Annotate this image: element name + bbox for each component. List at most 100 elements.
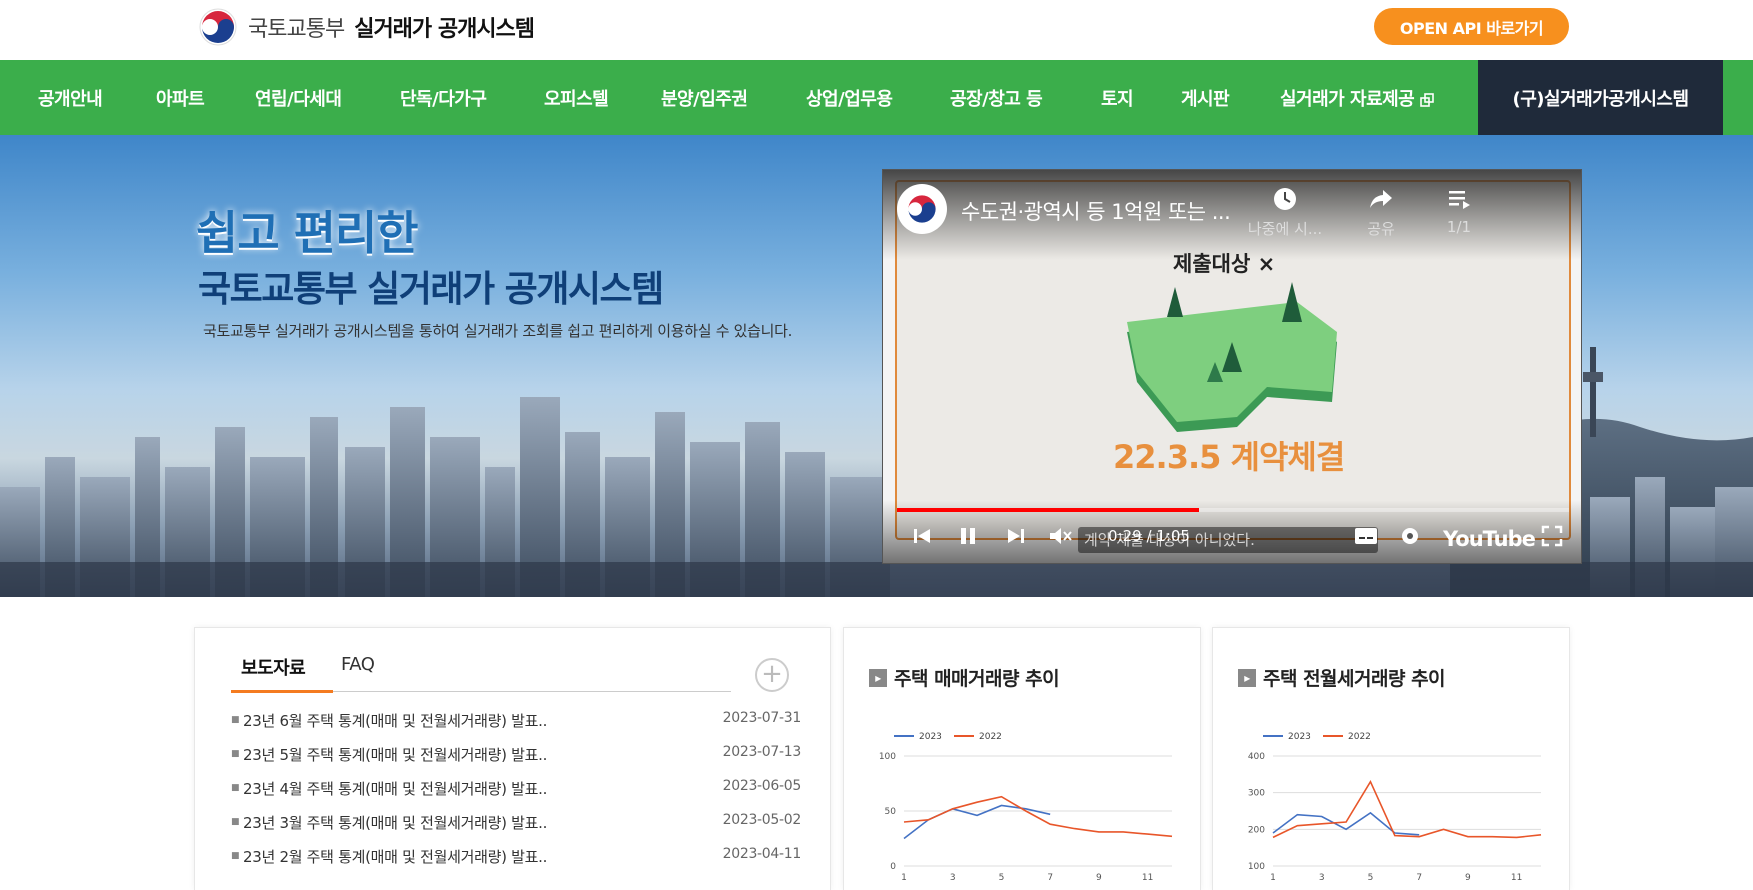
watch-later-button[interactable]: 나중에 시...	[1245, 186, 1325, 239]
news-item-date: 2023-04-11	[722, 846, 802, 862]
system-name: 실거래가 공개시스템	[354, 17, 535, 42]
land-illustration	[1127, 282, 1337, 432]
news-item-title[interactable]: 23년 5월 주택 통계(매매 및 전월세거래량) 발표..	[243, 744, 547, 765]
bullet-icon: ■	[231, 715, 240, 725]
x-tick-label: 11	[1511, 873, 1522, 883]
news-item[interactable]: ■ 23년 6월 주택 통계(매매 및 전월세거래량) 발표.. 2023-07-3…	[231, 708, 801, 742]
y-tick-label: 100	[1248, 862, 1265, 872]
video-player[interactable]: 제출대상 × 22.3.5 계약체결 수도권·광역시 등 1억원 또는 ... …	[882, 169, 1582, 564]
sales-volume-chart-panel: ▸ 주택 매매거래량 추이 0 50 100 1 3 5 7 9 11 2023 2022	[843, 627, 1201, 890]
hero-title: 국토교통부 실거래가 공개시스템	[198, 269, 664, 310]
video-progress-fill	[897, 508, 1200, 512]
x-tick-label: 5	[1368, 873, 1374, 883]
sales-volume-line-chart: 0 50 100 1 3 5 7 9 11 2023 2022	[879, 732, 1173, 883]
tab-faq[interactable]: FAQ	[341, 654, 375, 675]
hero-headline: 쉽고 편리한	[196, 206, 419, 260]
arrow-right-icon: ▸	[869, 668, 887, 687]
chart-title[interactable]: ▸ 주택 전월세거래량 추이	[1238, 664, 1446, 691]
legend-label: 2023	[1288, 732, 1311, 742]
x-tick-label: 3	[1319, 873, 1325, 883]
news-item-title[interactable]: 23년 4월 주택 통계(매매 및 전월세거래량) 발표..	[243, 778, 547, 799]
news-item-title[interactable]: 23년 2월 주택 통계(매매 및 전월세거래량) 발표..	[243, 846, 547, 867]
news-item[interactable]: ■ 23년 5월 주택 통계(매매 및 전월세거래량) 발표.. 2023-07-1…	[231, 742, 801, 776]
series-line-2022	[903, 795, 1173, 838]
nav-item-officetel[interactable]: 오피스텔	[544, 85, 609, 111]
nav-item-detached[interactable]: 단독/다가구	[400, 85, 487, 111]
news-item[interactable]: ■ 23년 2월 주택 통계(매매 및 전월세거래량) 발표.. 2023-04-1…	[231, 844, 801, 878]
mute-icon[interactable]	[1048, 525, 1074, 547]
nav-item-commercial[interactable]: 상업/업무용	[806, 85, 893, 111]
news-item-date: 2023-05-02	[722, 812, 802, 828]
site-header: 국토교통부 실거래가 공개시스템 OPEN API 바로가기	[0, 0, 1753, 60]
old-system-link[interactable]: (구)실거래가공개시스템	[1478, 60, 1723, 135]
y-tick-label: 300	[1248, 789, 1265, 799]
legend-label: 2023	[919, 732, 942, 742]
watch-later-label: 나중에 시...	[1247, 220, 1323, 238]
next-icon[interactable]	[1005, 525, 1027, 547]
x-tick-label: 11	[1142, 873, 1153, 883]
pause-icon[interactable]	[957, 525, 979, 547]
subtitles-icon[interactable]	[1353, 525, 1379, 547]
x-tick-label: 1	[901, 873, 907, 883]
series-line-2023	[903, 804, 1051, 840]
news-item[interactable]: ■ 23년 4월 주택 통계(매매 및 전월세거래량) 발표.. 2023-06-0…	[231, 776, 801, 810]
youtube-logo[interactable]: YouTube	[1443, 527, 1536, 551]
share-button[interactable]: 공유	[1341, 186, 1421, 239]
nav-item-land[interactable]: 토지	[1101, 85, 1134, 111]
y-tick-label: 100	[879, 752, 896, 762]
x-tick-label: 7	[1047, 873, 1053, 883]
hero-banner: 쉽고 편리한 국토교통부 실거래가 공개시스템 국토교통부 실거래가 공개시스템…	[0, 135, 1753, 597]
news-item-title[interactable]: 23년 6월 주택 통계(매매 및 전월세거래량) 발표..	[243, 710, 547, 731]
ministry-name: 국토교통부	[248, 17, 345, 42]
video-title[interactable]: 수도권·광역시 등 1억원 또는 ...	[961, 196, 1231, 226]
nav-item-apartment[interactable]: 아파트	[156, 85, 205, 111]
nav-item-factory[interactable]: 공장/창고 등	[950, 85, 1043, 111]
nav-item-data-provision-label: 실거래가 자료제공	[1280, 89, 1415, 110]
x-tick-label: 1	[1270, 873, 1276, 883]
y-tick-label: 400	[1248, 752, 1265, 762]
bullet-icon: ■	[231, 783, 240, 793]
share-label: 공유	[1367, 220, 1395, 238]
legend-label: 2022	[1348, 732, 1371, 742]
playlist-button[interactable]: 1/1	[1419, 186, 1499, 236]
y-tick-label: 0	[890, 862, 896, 872]
more-plus-button[interactable]: +	[755, 658, 789, 692]
video-progress-bar[interactable]	[897, 508, 1569, 512]
news-list: ■ 23년 6월 주택 통계(매매 및 전월세거래량) 발표.. 2023-07-3…	[231, 708, 801, 878]
arrow-right-icon: ▸	[1238, 668, 1256, 687]
news-panel: 보도자료 FAQ + ■ 23년 6월 주택 통계(매매 및 전월세거래량) 발표…	[194, 627, 831, 890]
news-item-title[interactable]: 23년 3월 주택 통계(매매 및 전월세거래량) 발표..	[243, 812, 547, 833]
rent-volume-line-chart: 100 200 300 400 1 3 5 7 9 11 2023 2022	[1248, 732, 1542, 883]
settings-gear-icon[interactable]	[1399, 525, 1421, 547]
nav-item-data-provision[interactable]: 실거래가 자료제공	[1280, 85, 1435, 111]
x-tick-label: 3	[950, 873, 956, 883]
nav-item-board[interactable]: 게시판	[1181, 85, 1230, 111]
playlist-count: 1/1	[1446, 218, 1472, 236]
taegeuk-emblem-icon	[199, 8, 237, 46]
external-link-icon	[1420, 93, 1435, 107]
x-tick-label: 9	[1465, 873, 1471, 883]
chart-title[interactable]: ▸ 주택 매매거래량 추이	[869, 664, 1060, 691]
channel-avatar[interactable]	[897, 184, 947, 234]
active-tab-indicator	[231, 690, 333, 693]
news-tabs: 보도자료 FAQ	[231, 654, 731, 692]
clock-icon	[1274, 188, 1296, 210]
series-line-2023	[1272, 811, 1420, 836]
chart-title-text: 주택 매매거래량 추이	[894, 668, 1060, 690]
bullet-icon: ■	[231, 817, 240, 827]
y-tick-label: 50	[885, 807, 897, 817]
share-icon	[1370, 190, 1392, 208]
playlist-icon	[1449, 191, 1470, 209]
nav-item-info[interactable]: 공개안내	[38, 85, 103, 111]
video-date-text: 22.3.5 계약체결	[1113, 438, 1345, 476]
site-logo[interactable]: 국토교통부 실거래가 공개시스템	[198, 6, 535, 48]
news-item-date: 2023-07-13	[722, 744, 802, 760]
news-item[interactable]: ■ 23년 3월 주택 통계(매매 및 전월세거래량) 발표.. 2023-05-0…	[231, 810, 801, 844]
tab-press-release[interactable]: 보도자료	[241, 654, 306, 680]
fullscreen-icon[interactable]	[1541, 525, 1563, 547]
open-api-button[interactable]: OPEN API 바로가기	[1374, 8, 1569, 45]
nav-item-presale[interactable]: 분양/입주권	[661, 85, 748, 111]
main-nav: 공개안내 아파트 연립/다세대 단독/다가구 오피스텔 분양/입주권 상업/업무…	[0, 60, 1753, 135]
nav-item-multi-family[interactable]: 연립/다세대	[255, 85, 342, 111]
previous-icon[interactable]	[911, 525, 933, 547]
